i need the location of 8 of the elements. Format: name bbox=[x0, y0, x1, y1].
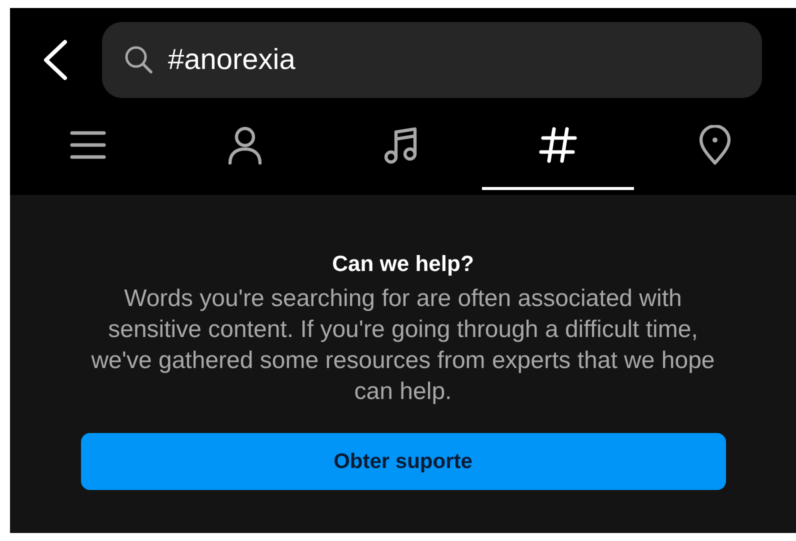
support-button[interactable]: Obter suporte bbox=[80, 433, 726, 490]
hashtag-icon bbox=[538, 125, 578, 165]
notice-title: Can we help? bbox=[332, 250, 474, 278]
search-icon bbox=[124, 45, 154, 75]
back-icon[interactable] bbox=[41, 39, 69, 81]
search-field[interactable]: #anorexia bbox=[102, 22, 762, 98]
search-query: #anorexia bbox=[168, 44, 296, 76]
notice-text: Words you're searching for are often associated with sensitive content. If you're going through a difficult time, we've gathered some resources from experts that we hope can help. bbox=[90, 284, 716, 407]
